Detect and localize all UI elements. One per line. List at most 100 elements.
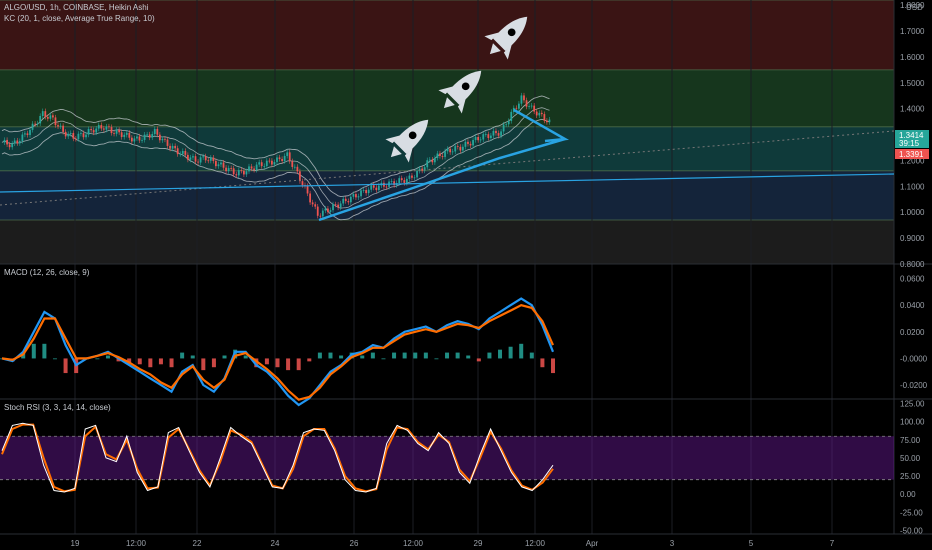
candle[interactable] bbox=[385, 186, 388, 188]
candle[interactable] bbox=[230, 168, 233, 169]
candle[interactable] bbox=[217, 164, 220, 167]
candle[interactable] bbox=[306, 186, 309, 194]
candle[interactable] bbox=[446, 148, 449, 152]
candle[interactable] bbox=[44, 111, 47, 117]
candle[interactable] bbox=[400, 178, 403, 181]
candle[interactable] bbox=[533, 105, 536, 112]
candle[interactable] bbox=[87, 129, 90, 135]
candle[interactable] bbox=[174, 145, 177, 149]
candle[interactable] bbox=[510, 111, 513, 122]
candle[interactable] bbox=[525, 100, 528, 107]
candle[interactable] bbox=[207, 160, 210, 162]
candle[interactable] bbox=[6, 139, 8, 145]
candle[interactable] bbox=[156, 128, 159, 135]
candle[interactable] bbox=[253, 168, 255, 170]
candle[interactable] bbox=[495, 130, 497, 134]
candle[interactable] bbox=[337, 204, 340, 208]
candle[interactable] bbox=[293, 166, 296, 168]
candle[interactable] bbox=[220, 162, 222, 165]
candle[interactable] bbox=[484, 134, 487, 135]
candle[interactable] bbox=[365, 190, 368, 194]
candle[interactable] bbox=[291, 161, 294, 167]
candle[interactable] bbox=[469, 143, 472, 146]
candle[interactable] bbox=[161, 138, 164, 141]
candle[interactable] bbox=[225, 167, 227, 172]
candle[interactable] bbox=[515, 107, 518, 109]
candle[interactable] bbox=[528, 105, 530, 107]
candle[interactable] bbox=[171, 145, 174, 149]
candle[interactable] bbox=[141, 139, 143, 141]
candle[interactable] bbox=[77, 133, 80, 140]
candle[interactable] bbox=[436, 153, 439, 158]
candle[interactable] bbox=[489, 135, 492, 139]
candle[interactable] bbox=[523, 95, 525, 101]
candle[interactable] bbox=[54, 117, 57, 126]
candle[interactable] bbox=[281, 159, 283, 161]
candle[interactable] bbox=[497, 133, 500, 136]
candle[interactable] bbox=[540, 112, 543, 115]
candle[interactable] bbox=[518, 103, 520, 109]
candle[interactable] bbox=[204, 156, 207, 161]
candle[interactable] bbox=[327, 208, 329, 212]
candle[interactable] bbox=[398, 178, 401, 184]
candle[interactable] bbox=[59, 125, 62, 127]
candle[interactable] bbox=[212, 157, 215, 161]
candle[interactable] bbox=[72, 132, 75, 139]
candle[interactable] bbox=[197, 161, 199, 163]
candle[interactable] bbox=[214, 160, 217, 167]
candle[interactable] bbox=[268, 160, 271, 162]
candle[interactable] bbox=[477, 136, 480, 141]
candle[interactable] bbox=[18, 141, 21, 144]
candle[interactable] bbox=[245, 171, 248, 175]
candle[interactable] bbox=[123, 134, 126, 137]
keltner-legend[interactable]: KC (20, 1, close, Average True Range, 10… bbox=[4, 14, 155, 23]
candle[interactable] bbox=[428, 159, 431, 161]
candle[interactable] bbox=[355, 194, 357, 198]
candle[interactable] bbox=[74, 138, 77, 140]
candle[interactable] bbox=[146, 134, 149, 136]
candle[interactable] bbox=[67, 133, 70, 137]
candle[interactable] bbox=[286, 152, 289, 156]
candle[interactable] bbox=[416, 170, 418, 178]
candle[interactable] bbox=[441, 156, 444, 157]
candle[interactable] bbox=[115, 129, 118, 134]
candle[interactable] bbox=[405, 178, 408, 183]
candle[interactable] bbox=[250, 166, 253, 169]
candle[interactable] bbox=[69, 132, 72, 134]
candle[interactable] bbox=[21, 134, 24, 142]
candle[interactable] bbox=[339, 203, 342, 208]
candle[interactable] bbox=[321, 210, 324, 217]
candle[interactable] bbox=[176, 148, 179, 155]
candle[interactable] bbox=[166, 139, 169, 146]
candle[interactable] bbox=[538, 112, 541, 116]
candle[interactable] bbox=[258, 162, 261, 165]
candle[interactable] bbox=[352, 194, 355, 197]
candle[interactable] bbox=[271, 160, 273, 165]
candle[interactable] bbox=[181, 150, 184, 154]
candle[interactable] bbox=[288, 152, 291, 162]
candle[interactable] bbox=[232, 168, 235, 175]
candle[interactable] bbox=[143, 134, 146, 140]
candle[interactable] bbox=[148, 134, 151, 138]
candle[interactable] bbox=[108, 126, 110, 128]
candle[interactable] bbox=[492, 130, 495, 136]
candle[interactable] bbox=[319, 215, 322, 217]
candle[interactable] bbox=[57, 125, 59, 127]
candle[interactable] bbox=[507, 121, 510, 125]
candle[interactable] bbox=[421, 168, 424, 171]
candle[interactable] bbox=[158, 134, 161, 141]
candle[interactable] bbox=[467, 141, 469, 144]
candle[interactable] bbox=[459, 146, 462, 151]
candle[interactable] bbox=[227, 168, 230, 172]
candle[interactable] bbox=[8, 144, 11, 148]
candle[interactable] bbox=[324, 208, 327, 211]
candle[interactable] bbox=[535, 111, 538, 116]
candle[interactable] bbox=[13, 140, 16, 144]
candle[interactable] bbox=[482, 134, 485, 140]
candle[interactable] bbox=[64, 131, 67, 137]
candle[interactable] bbox=[179, 153, 182, 155]
candle[interactable] bbox=[24, 133, 26, 135]
candle[interactable] bbox=[184, 150, 187, 155]
candle[interactable] bbox=[62, 125, 65, 132]
candle[interactable] bbox=[283, 155, 286, 161]
